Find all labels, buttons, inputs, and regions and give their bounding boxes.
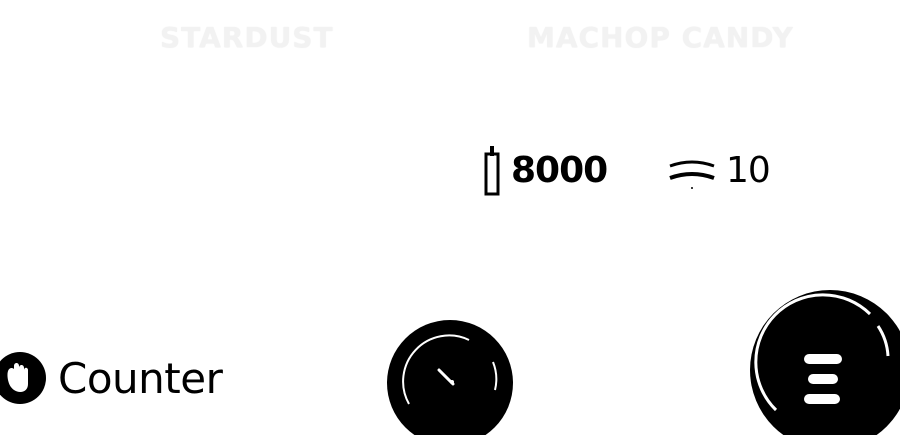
stardust-cost: 8000 bbox=[480, 140, 608, 200]
counter-label: Counter bbox=[58, 353, 223, 403]
screen: STARDUST MACHOP CANDY 8000 10 Counter bbox=[0, 0, 900, 435]
candy-label: MACHOP CANDY bbox=[527, 21, 794, 54]
candy-cost-value: 10 bbox=[726, 149, 771, 191]
stardust-cost-value: 8000 bbox=[511, 149, 608, 191]
stardust-label: STARDUST bbox=[160, 21, 334, 54]
hand-icon bbox=[0, 340, 48, 416]
dial-icon bbox=[387, 320, 513, 435]
menu-button[interactable] bbox=[750, 290, 900, 435]
menu-icon bbox=[750, 290, 900, 435]
candy-cost: 10 bbox=[666, 140, 771, 200]
candy-icon bbox=[666, 150, 718, 190]
dial-button[interactable] bbox=[385, 318, 515, 435]
counter-button[interactable]: Counter bbox=[0, 340, 223, 416]
stardust-icon bbox=[480, 142, 510, 198]
